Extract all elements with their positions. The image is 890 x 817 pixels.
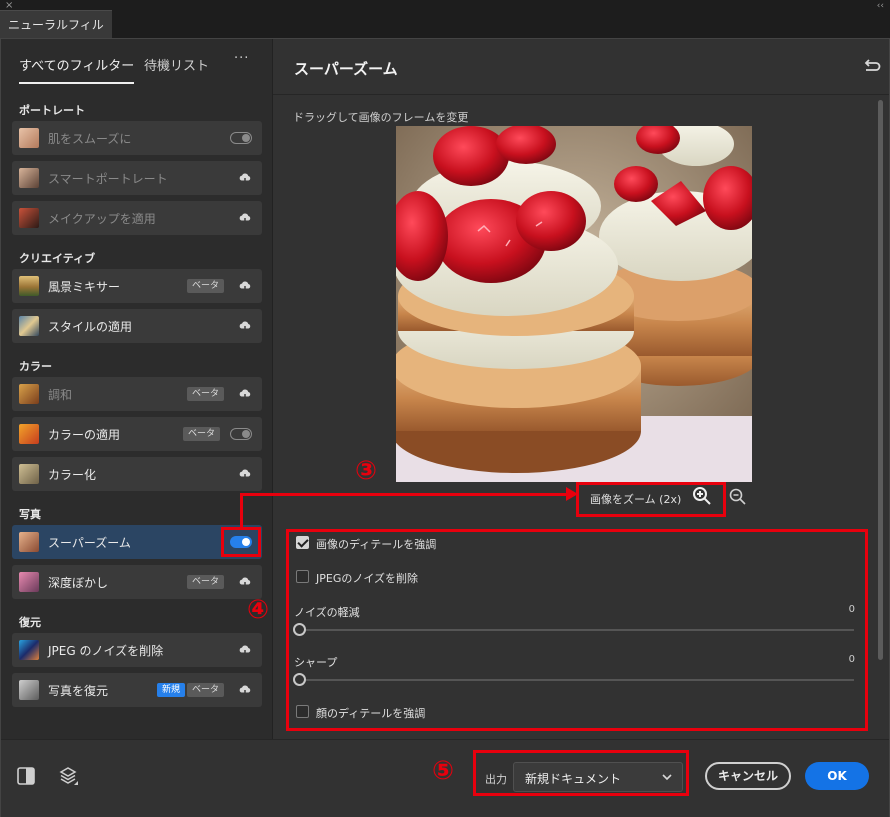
ok-button[interactable]: OK	[805, 762, 869, 790]
beta-badge: ベータ	[186, 683, 224, 697]
filter-item-jpeg-artifact-removal[interactable]: JPEG のノイズを削除	[12, 633, 262, 667]
filter-tabs: すべてのフィルター 待機リスト ···	[1, 39, 273, 84]
filter-item-harmonization[interactable]: 調和 ベータ	[12, 377, 262, 411]
style-thumbnail-icon	[19, 316, 39, 336]
cloud-download-icon[interactable]	[238, 575, 252, 589]
filter-item-color-transfer[interactable]: カラーの適用 ベータ	[12, 417, 262, 451]
filter-item-photo-restoration[interactable]: 写真を復元 新規 ベータ	[12, 673, 262, 707]
filter-item-label: メイクアップを適用	[48, 212, 156, 226]
photo-restore-thumbnail-icon	[19, 680, 39, 700]
filter-item-landscape-mixer[interactable]: 風景ミキサー ベータ	[12, 269, 262, 303]
filter-item-smooth-skin[interactable]: 肌をスムーズに	[12, 121, 262, 155]
filter-item-style-transfer[interactable]: スタイルの適用	[12, 309, 262, 343]
category-color: カラー	[19, 360, 52, 373]
colorize-thumbnail-icon	[19, 464, 39, 484]
cloud-download-icon[interactable]	[238, 387, 252, 401]
zoom-out-icon[interactable]	[729, 488, 747, 506]
harmonize-thumbnail-icon	[19, 384, 39, 404]
cloud-download-icon[interactable]	[238, 211, 252, 225]
tab-waitlist[interactable]: 待機リスト	[144, 55, 209, 74]
category-creative: クリエイティブ	[19, 252, 96, 265]
cloud-download-icon[interactable]	[238, 279, 252, 293]
filter-item-label: カラー化	[48, 468, 97, 482]
cancel-button[interactable]: キャンセル	[705, 762, 791, 790]
filter-settings-header: スーパーズーム	[273, 39, 889, 95]
portrait-thumbnail-icon	[19, 168, 39, 188]
settings-scrollbar[interactable]	[878, 100, 883, 660]
cloud-download-icon[interactable]	[238, 319, 252, 333]
annotation-box-toggle	[221, 527, 261, 557]
title-bar: × ‹‹ ニューラルフィルター	[0, 0, 890, 60]
cloud-download-icon[interactable]	[238, 683, 252, 697]
filter-item-label: 深度ぼかし	[48, 576, 109, 590]
cloud-download-icon[interactable]	[238, 643, 252, 657]
beta-badge: ベータ	[182, 427, 220, 441]
filter-item-label: スマートポートレート	[48, 172, 168, 186]
drag-hint-text: ドラッグして画像のフレームを変更	[293, 111, 469, 124]
dialog-tab[interactable]: ニューラルフィルター	[0, 10, 112, 60]
cloud-download-icon[interactable]	[238, 171, 252, 185]
annotation-box-options	[286, 529, 868, 731]
annotation-connector-horizontal	[240, 493, 570, 496]
color-transfer-thumbnail-icon	[19, 424, 39, 444]
reset-parameters-icon[interactable]	[863, 58, 881, 74]
filter-toggle[interactable]	[230, 132, 252, 144]
depth-blur-thumbnail-icon	[19, 572, 39, 592]
filter-item-label: JPEG のノイズを削除	[48, 644, 164, 658]
filter-item-label: 肌をスムーズに	[48, 132, 132, 146]
annotation-callout-3: ③	[355, 456, 378, 486]
filter-item-makeup-transfer[interactable]: メイクアップを適用	[12, 201, 262, 235]
filter-item-label: カラーの適用	[48, 428, 121, 442]
tab-all-filters[interactable]: すべてのフィルター	[19, 55, 135, 84]
category-portrait: ポートレート	[19, 104, 85, 117]
collapse-panel-icon[interactable]: ‹‹	[877, 1, 884, 11]
jpeg-thumbnail-icon	[19, 640, 39, 660]
filter-item-label: スーパーズーム	[48, 536, 131, 550]
beta-badge: ベータ	[186, 279, 224, 293]
filter-item-smart-portrait[interactable]: スマートポートレート	[12, 161, 262, 195]
cloud-download-icon[interactable]	[238, 467, 252, 481]
face-thumbnail-icon	[19, 128, 39, 148]
category-restoration: 復元	[19, 616, 41, 629]
filter-item-depth-blur[interactable]: 深度ぼかし ベータ	[12, 565, 262, 599]
filter-item-label: 風景ミキサー	[48, 280, 121, 294]
more-options-icon[interactable]: ···	[234, 51, 249, 66]
annotation-callout-4: ④	[247, 595, 270, 625]
layers-output-icon[interactable]	[57, 764, 79, 786]
landscape-thumbnail-icon	[19, 276, 39, 296]
annotation-box-zoom	[576, 482, 726, 517]
filter-list-panel: すべてのフィルター 待機リスト ··· ポートレート 肌をスムーズに スマートポ…	[1, 39, 273, 739]
annotation-connector-vertical	[240, 493, 243, 528]
filter-item-label: 調和	[48, 388, 73, 402]
makeup-thumbnail-icon	[19, 208, 39, 228]
new-badge: 新規	[156, 683, 185, 697]
category-photo: 写真	[19, 508, 41, 521]
filter-item-label: 写真を復元	[48, 684, 109, 698]
filter-item-label: スタイルの適用	[48, 320, 133, 334]
filter-item-colorize[interactable]: カラー化	[12, 457, 262, 491]
zoom-preview-image[interactable]	[396, 126, 752, 482]
show-preview-icon[interactable]	[15, 765, 37, 787]
beta-badge: ベータ	[186, 387, 224, 401]
filter-title: スーパーズーム	[294, 60, 398, 78]
annotation-box-output	[473, 750, 689, 796]
beta-badge: ベータ	[186, 575, 224, 589]
filter-toggle[interactable]	[230, 428, 252, 440]
super-zoom-thumbnail-icon	[19, 532, 39, 552]
annotation-callout-5: ⑤	[432, 756, 455, 786]
